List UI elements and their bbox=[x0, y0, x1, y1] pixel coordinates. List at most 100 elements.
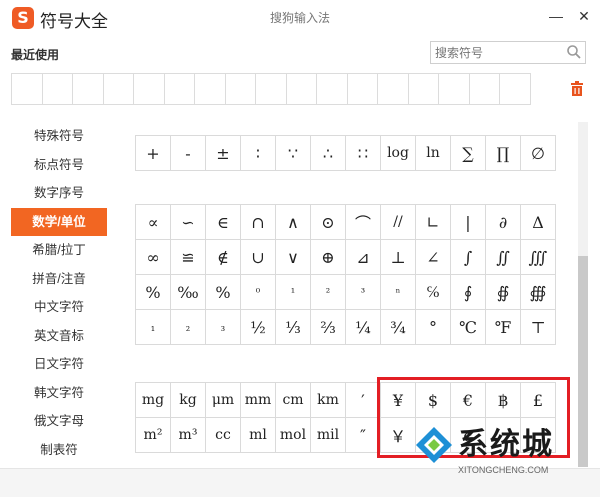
recent-symbol-slot[interactable] bbox=[377, 73, 409, 105]
symbol-cell[interactable]: ∰ bbox=[520, 274, 556, 310]
symbol-cell[interactable]: ∯ bbox=[485, 274, 521, 310]
recent-symbol-slot[interactable] bbox=[346, 73, 378, 105]
search-icon[interactable] bbox=[566, 44, 582, 60]
sidebar-item[interactable]: 标点符号 bbox=[11, 151, 107, 180]
symbol-cell[interactable]: ∴ bbox=[310, 135, 346, 171]
recent-symbol-slot[interactable] bbox=[102, 73, 134, 105]
symbol-cell[interactable]: ∑ bbox=[450, 135, 486, 171]
symbol-cell[interactable]: ¾ bbox=[380, 309, 416, 345]
recent-symbol-slot[interactable] bbox=[41, 73, 73, 105]
symbol-cell[interactable]: ∨ bbox=[275, 239, 311, 275]
symbol-cell[interactable]: - bbox=[170, 135, 206, 171]
recent-symbol-slot[interactable] bbox=[72, 73, 104, 105]
symbol-cell[interactable]: € bbox=[450, 382, 486, 418]
symbol-cell[interactable]: km bbox=[310, 382, 346, 418]
symbol-cell[interactable]: ‰ bbox=[170, 274, 206, 310]
sidebar-item[interactable]: 数字序号 bbox=[11, 179, 107, 208]
sidebar-item[interactable]: 俄文字母 bbox=[11, 407, 107, 436]
symbol-cell[interactable]: ℅ bbox=[415, 274, 451, 310]
sidebar-item[interactable]: 拼音/注音 bbox=[11, 265, 107, 294]
recent-symbol-slot[interactable] bbox=[499, 73, 531, 105]
recent-symbol-slot[interactable] bbox=[163, 73, 195, 105]
symbol-cell[interactable]: ± bbox=[205, 135, 241, 171]
symbol-cell[interactable]: ⅓ bbox=[275, 309, 311, 345]
symbol-cell[interactable]: ∷ bbox=[345, 135, 381, 171]
trash-icon[interactable] bbox=[570, 81, 584, 97]
symbol-cell[interactable]: ¥ bbox=[380, 382, 416, 418]
symbol-cell[interactable]: ⁰ bbox=[240, 274, 276, 310]
recent-symbol-slot[interactable] bbox=[468, 73, 500, 105]
symbol-cell[interactable]: log bbox=[380, 135, 416, 171]
symbol-cell[interactable]: ² bbox=[310, 274, 346, 310]
symbol-cell[interactable]: ∽ bbox=[170, 204, 206, 240]
recent-symbol-slot[interactable] bbox=[438, 73, 470, 105]
symbol-cell[interactable]: ⊕ bbox=[310, 239, 346, 275]
recent-symbol-slot[interactable] bbox=[224, 73, 256, 105]
symbol-cell[interactable]: ∪ bbox=[240, 239, 276, 275]
symbol-cell[interactable]: ′ bbox=[345, 382, 381, 418]
symbol-cell[interactable]: ∶ bbox=[240, 135, 276, 171]
symbol-cell[interactable]: μm bbox=[205, 382, 241, 418]
symbol-cell[interactable]: ₁ bbox=[135, 309, 171, 345]
symbol-cell[interactable]: ∧ bbox=[275, 204, 311, 240]
sidebar-item[interactable]: 日文字符 bbox=[11, 350, 107, 379]
symbol-cell[interactable]: $ bbox=[415, 382, 451, 418]
symbol-cell[interactable]: ∉ bbox=[205, 239, 241, 275]
sidebar-item[interactable]: 数学/单位 bbox=[11, 207, 107, 236]
sidebar-item[interactable]: 韩文字符 bbox=[11, 379, 107, 408]
symbol-cell[interactable]: m² bbox=[135, 417, 171, 453]
symbol-cell[interactable]: kg bbox=[170, 382, 206, 418]
symbol-cell[interactable]: | bbox=[450, 204, 486, 240]
symbol-cell[interactable]: ₂ bbox=[170, 309, 206, 345]
symbol-cell[interactable]: ³ bbox=[345, 274, 381, 310]
symbol-cell[interactable]: ¼ bbox=[345, 309, 381, 345]
symbol-cell[interactable]: ⁿ bbox=[380, 274, 416, 310]
symbol-cell[interactable]: % bbox=[135, 274, 171, 310]
recent-symbol-slot[interactable] bbox=[407, 73, 439, 105]
search-input[interactable] bbox=[435, 43, 563, 62]
symbol-cell[interactable]: ° bbox=[415, 309, 451, 345]
symbol-cell[interactable]: ∵ bbox=[275, 135, 311, 171]
recent-symbol-slot[interactable] bbox=[316, 73, 348, 105]
vertical-scrollbar[interactable] bbox=[578, 122, 588, 467]
sidebar-item[interactable]: 英文音标 bbox=[11, 322, 107, 351]
symbol-cell[interactable]: ℉ bbox=[485, 309, 521, 345]
symbol-cell[interactable]: ⌒ bbox=[345, 204, 381, 240]
sidebar-item[interactable]: 特殊符号 bbox=[11, 122, 107, 151]
symbol-cell[interactable]: £ bbox=[520, 382, 556, 418]
search-box[interactable] bbox=[430, 41, 586, 64]
symbol-cell[interactable]: ″ bbox=[345, 417, 381, 453]
symbol-cell[interactable]: ℃ bbox=[450, 309, 486, 345]
symbol-cell[interactable]: ⊿ bbox=[345, 239, 381, 275]
symbol-cell[interactable]: ∫ bbox=[450, 239, 486, 275]
symbol-cell[interactable]: m³ bbox=[170, 417, 206, 453]
symbol-cell[interactable]: ₃ bbox=[205, 309, 241, 345]
symbol-cell[interactable]: ∝ bbox=[135, 204, 171, 240]
symbol-cell[interactable]: ∂ bbox=[485, 204, 521, 240]
symbol-cell[interactable]: ml bbox=[240, 417, 276, 453]
symbol-cell[interactable]: ∮ bbox=[450, 274, 486, 310]
symbol-cell[interactable]: cm bbox=[275, 382, 311, 418]
sidebar-item[interactable]: 制表符 bbox=[11, 436, 107, 465]
recent-symbol-slot[interactable] bbox=[194, 73, 226, 105]
recent-symbol-slot[interactable] bbox=[285, 73, 317, 105]
symbol-cell[interactable]: ln bbox=[415, 135, 451, 171]
symbol-cell[interactable]: ≌ bbox=[170, 239, 206, 275]
symbol-cell[interactable]: ∏ bbox=[485, 135, 521, 171]
symbol-cell[interactable]: ⊥ bbox=[380, 239, 416, 275]
symbol-cell[interactable]: ∟ bbox=[415, 204, 451, 240]
symbol-cell[interactable]: mg bbox=[135, 382, 171, 418]
sidebar-item[interactable]: 中文字符 bbox=[11, 293, 107, 322]
symbol-cell[interactable]: mm bbox=[240, 382, 276, 418]
symbol-cell[interactable]: ½ bbox=[240, 309, 276, 345]
symbol-cell[interactable]: cc bbox=[205, 417, 241, 453]
symbol-cell[interactable]: + bbox=[135, 135, 171, 171]
close-button[interactable]: ✕ bbox=[574, 6, 594, 26]
symbol-cell[interactable]: ∭ bbox=[520, 239, 556, 275]
symbol-cell[interactable]: ∈ bbox=[205, 204, 241, 240]
recent-symbol-slot[interactable] bbox=[255, 73, 287, 105]
symbol-cell[interactable]: ∠ bbox=[415, 239, 451, 275]
symbol-cell[interactable]: ⊙ bbox=[310, 204, 346, 240]
recent-symbol-slot[interactable] bbox=[11, 73, 43, 105]
symbol-cell[interactable]: ⅔ bbox=[310, 309, 346, 345]
